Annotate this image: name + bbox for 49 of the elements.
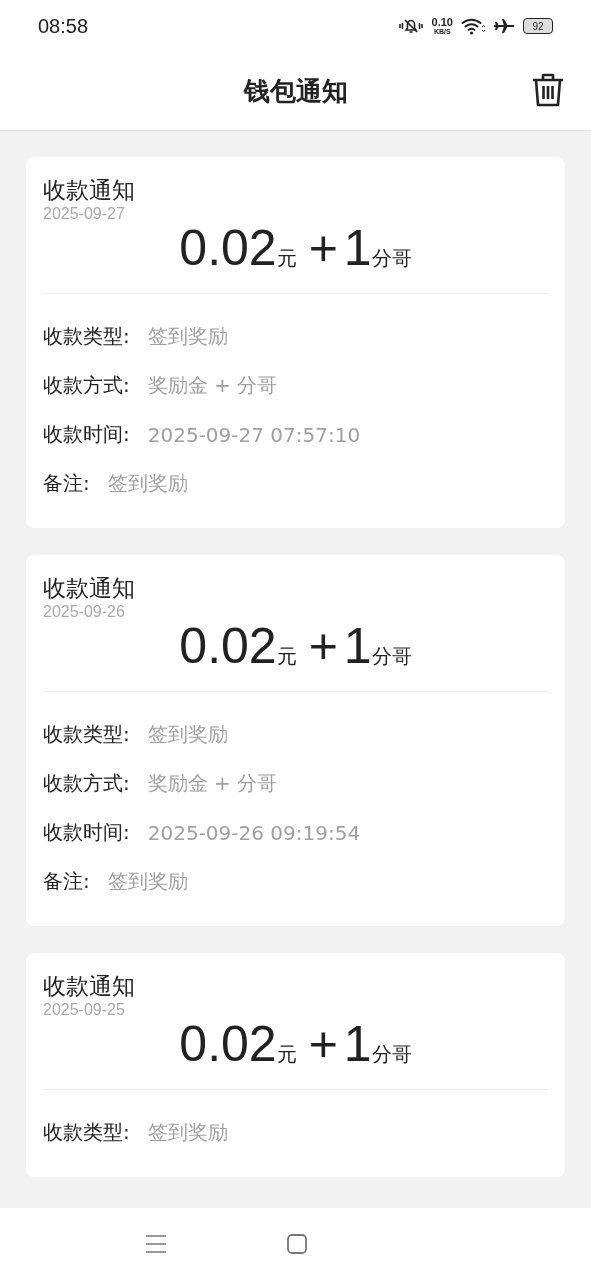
menu-icon[interactable] xyxy=(144,1233,167,1255)
status-time: 08:58 xyxy=(38,14,89,38)
field-label: 收款时间: xyxy=(43,819,130,846)
trash-icon[interactable] xyxy=(531,72,565,108)
home-icon[interactable] xyxy=(286,1234,307,1254)
field-value: 2025-09-26 09:19:54 xyxy=(147,820,361,845)
points-unit: 分哥 xyxy=(371,644,412,670)
plus-sign: + xyxy=(308,219,338,277)
page-title: 钱包通知 xyxy=(243,74,348,108)
field-label: 收款类型: xyxy=(43,323,130,350)
field-value: 2025-09-27 07:57:10 xyxy=(147,422,361,447)
amount-unit: 元 xyxy=(276,1041,297,1068)
field-value: 签到奖励 xyxy=(147,1119,228,1146)
network-speed: 0.10 xyxy=(431,17,453,28)
muted-bell-icon xyxy=(397,17,424,35)
field-label: 收款方式: xyxy=(43,372,130,399)
amount-value: 0.02 xyxy=(179,219,277,277)
amount-value: 0.02 xyxy=(179,617,277,675)
airplane-icon xyxy=(493,17,515,35)
notification-title: 收款通知 xyxy=(43,176,135,205)
notification-date: 2025-09-25 xyxy=(43,1001,125,1019)
field-value: 奖励金 + 分哥 xyxy=(147,372,278,399)
points-unit: 分哥 xyxy=(371,246,412,272)
field-value: 签到奖励 xyxy=(107,868,188,895)
battery-icon: 92 xyxy=(523,18,553,34)
notification-date: 2025-09-26 xyxy=(43,603,125,621)
field-value: 签到奖励 xyxy=(147,721,228,748)
points-unit: 分哥 xyxy=(371,1042,412,1068)
notification-title: 收款通知 xyxy=(43,972,135,1001)
amount-unit: 元 xyxy=(276,245,297,272)
field-value: 签到奖励 xyxy=(147,323,228,350)
field-label: 收款方式: xyxy=(43,770,130,797)
points-value: 1 xyxy=(343,1015,372,1073)
field-label: 备注: xyxy=(43,868,90,895)
field-label: 备注: xyxy=(43,470,90,497)
amount-unit: 元 xyxy=(276,643,297,670)
points-value: 1 xyxy=(343,219,372,277)
notification-date: 2025-09-27 xyxy=(43,205,125,223)
field-label: 收款类型: xyxy=(43,1119,130,1146)
wifi-icon xyxy=(461,17,485,35)
notification-title: 收款通知 xyxy=(43,574,135,603)
field-value: 签到奖励 xyxy=(107,470,188,497)
field-label: 收款时间: xyxy=(43,421,130,448)
plus-sign: + xyxy=(308,617,338,675)
points-value: 1 xyxy=(343,617,372,675)
amount-value: 0.02 xyxy=(179,1015,277,1073)
field-label: 收款类型: xyxy=(43,721,130,748)
field-value: 奖励金 + 分哥 xyxy=(147,770,278,797)
plus-sign: + xyxy=(308,1015,338,1073)
